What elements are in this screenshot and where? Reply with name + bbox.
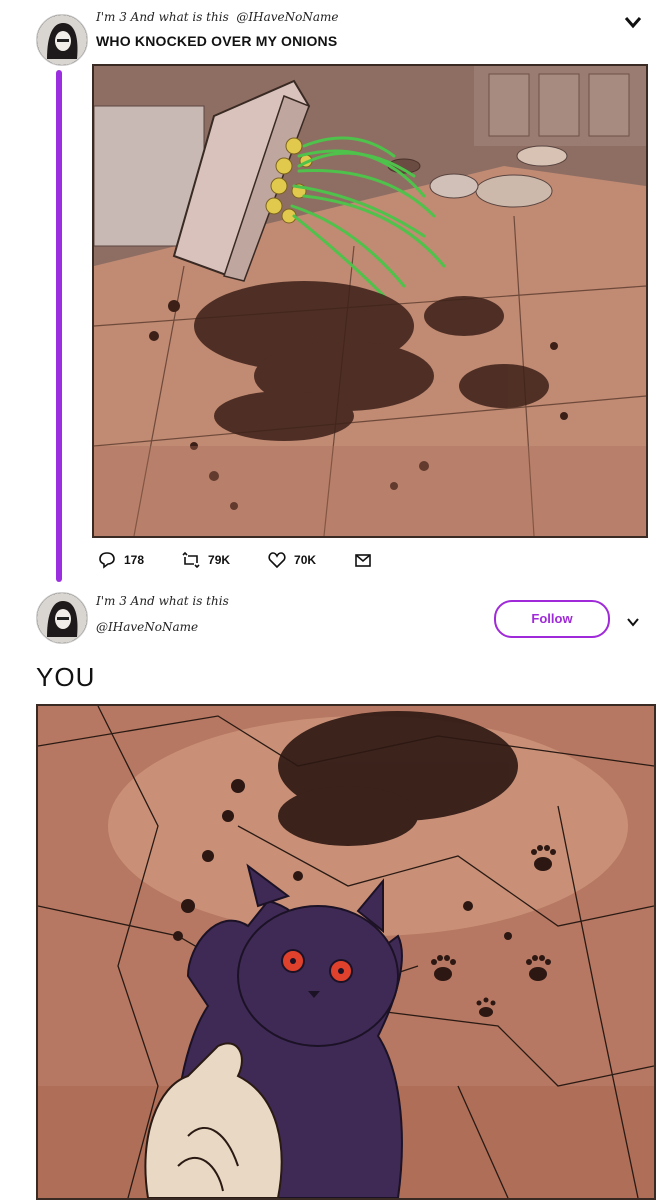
- like-button[interactable]: 70K: [268, 551, 316, 569]
- retweet-button[interactable]: 79K: [182, 551, 230, 569]
- mail-icon: [355, 554, 371, 567]
- display-name[interactable]: I'm 3 And what is this: [96, 10, 229, 24]
- like-count: 70K: [294, 553, 317, 567]
- tweet-text: WHO KNOCKED OVER MY ONIONS: [96, 33, 338, 49]
- avatar[interactable]: [36, 592, 88, 644]
- heart-icon: [268, 552, 286, 569]
- follow-button[interactable]: Follow: [494, 600, 610, 638]
- comic-panel-onions[interactable]: [92, 64, 648, 538]
- retweet-icon: [182, 551, 200, 569]
- share-button[interactable]: [354, 551, 372, 569]
- handle[interactable]: @IHaveNoName: [96, 620, 198, 634]
- handle[interactable]: @IHaveNoName: [236, 10, 338, 24]
- comic-panel-cat[interactable]: [36, 704, 656, 1200]
- tweet-text: YOU: [36, 662, 96, 692]
- cat-illustration: [38, 706, 654, 1198]
- display-name[interactable]: I'm 3 And what is this: [96, 594, 229, 608]
- thread-line: [56, 70, 62, 582]
- avatar[interactable]: [36, 14, 88, 66]
- chevron-down-icon[interactable]: [626, 612, 640, 631]
- retweet-count: 79K: [208, 553, 231, 567]
- tweet-actions: 178 79K 70K: [98, 551, 372, 569]
- chevron-down-icon[interactable]: [624, 14, 642, 33]
- reply-count: 178: [124, 553, 145, 567]
- reply-icon: [99, 552, 115, 569]
- onion-illustration: [94, 66, 646, 536]
- reply-button[interactable]: 178: [98, 551, 144, 569]
